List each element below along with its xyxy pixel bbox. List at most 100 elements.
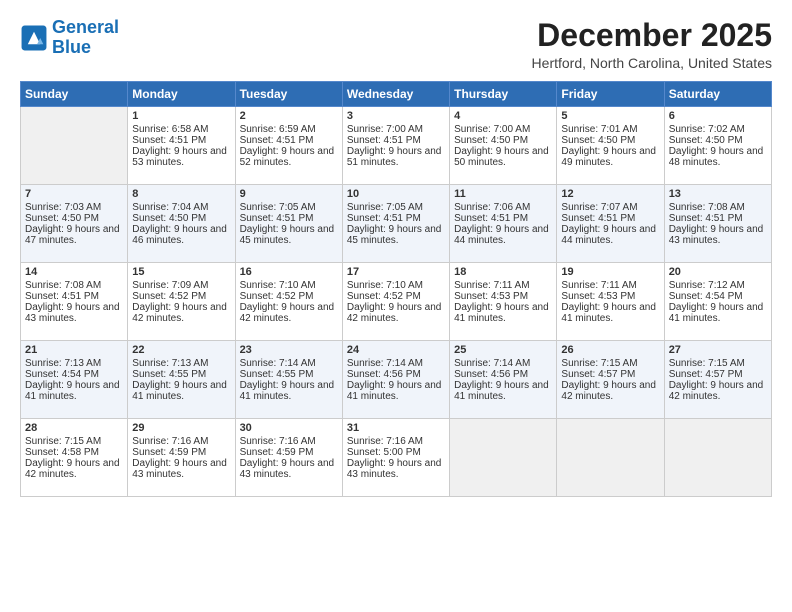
daylight: Daylight: 9 hours and 43 minutes. xyxy=(132,458,227,480)
day-number: 26 xyxy=(561,344,659,356)
sunset: Sunset: 4:54 PM xyxy=(669,291,743,302)
day-number: 20 xyxy=(669,266,767,278)
day-cell: 3 Sunrise: 7:00 AM Sunset: 4:51 PM Dayli… xyxy=(342,107,449,185)
logo-icon xyxy=(20,24,48,52)
day-number: 16 xyxy=(240,266,338,278)
header-cell-sunday: Sunday xyxy=(21,82,128,107)
sunrise: Sunrise: 7:11 AM xyxy=(561,280,636,291)
sunrise: Sunrise: 7:11 AM xyxy=(454,280,529,291)
day-cell: 12 Sunrise: 7:07 AM Sunset: 4:51 PM Dayl… xyxy=(557,185,664,263)
daylight: Daylight: 9 hours and 41 minutes. xyxy=(454,302,549,324)
logo-general: General xyxy=(52,17,119,37)
daylight: Daylight: 9 hours and 41 minutes. xyxy=(240,380,335,402)
daylight: Daylight: 9 hours and 43 minutes. xyxy=(25,302,120,324)
sunset: Sunset: 4:55 PM xyxy=(240,369,314,380)
page: General Blue December 2025 Hertford, Nor… xyxy=(0,0,792,612)
sunset: Sunset: 4:57 PM xyxy=(669,369,743,380)
day-cell: 21 Sunrise: 7:13 AM Sunset: 4:54 PM Dayl… xyxy=(21,341,128,419)
header-cell-wednesday: Wednesday xyxy=(342,82,449,107)
sunset: Sunset: 4:53 PM xyxy=(561,291,635,302)
header-cell-saturday: Saturday xyxy=(664,82,771,107)
daylight: Daylight: 9 hours and 44 minutes. xyxy=(561,224,656,246)
day-cell: 24 Sunrise: 7:14 AM Sunset: 4:56 PM Dayl… xyxy=(342,341,449,419)
day-cell: 30 Sunrise: 7:16 AM Sunset: 4:59 PM Dayl… xyxy=(235,419,342,497)
day-cell: 9 Sunrise: 7:05 AM Sunset: 4:51 PM Dayli… xyxy=(235,185,342,263)
day-number: 31 xyxy=(347,422,445,434)
header: General Blue December 2025 Hertford, Nor… xyxy=(20,18,772,71)
day-cell: 29 Sunrise: 7:16 AM Sunset: 4:59 PM Dayl… xyxy=(128,419,235,497)
calendar-table: SundayMondayTuesdayWednesdayThursdayFrid… xyxy=(20,81,772,497)
sunset: Sunset: 4:51 PM xyxy=(25,291,99,302)
header-cell-thursday: Thursday xyxy=(450,82,557,107)
daylight: Daylight: 9 hours and 42 minutes. xyxy=(132,302,227,324)
sunset: Sunset: 4:50 PM xyxy=(454,135,528,146)
sunrise: Sunrise: 7:07 AM xyxy=(561,202,637,213)
daylight: Daylight: 9 hours and 42 minutes. xyxy=(25,458,120,480)
title-block: December 2025 Hertford, North Carolina, … xyxy=(532,18,772,71)
daylight: Daylight: 9 hours and 42 minutes. xyxy=(240,302,335,324)
day-cell: 5 Sunrise: 7:01 AM Sunset: 4:50 PM Dayli… xyxy=(557,107,664,185)
day-number: 11 xyxy=(454,188,552,200)
sunset: Sunset: 4:53 PM xyxy=(454,291,528,302)
location: Hertford, North Carolina, United States xyxy=(532,55,772,71)
day-cell: 26 Sunrise: 7:15 AM Sunset: 4:57 PM Dayl… xyxy=(557,341,664,419)
day-number: 6 xyxy=(669,110,767,122)
week-row-2: 7 Sunrise: 7:03 AM Sunset: 4:50 PM Dayli… xyxy=(21,185,772,263)
day-number: 21 xyxy=(25,344,123,356)
sunset: Sunset: 4:57 PM xyxy=(561,369,635,380)
day-number: 30 xyxy=(240,422,338,434)
daylight: Daylight: 9 hours and 41 minutes. xyxy=(561,302,656,324)
sunset: Sunset: 4:51 PM xyxy=(240,213,314,224)
day-number: 7 xyxy=(25,188,123,200)
sunrise: Sunrise: 7:14 AM xyxy=(347,358,423,369)
sunrise: Sunrise: 7:08 AM xyxy=(25,280,101,291)
sunrise: Sunrise: 7:16 AM xyxy=(347,436,423,447)
daylight: Daylight: 9 hours and 41 minutes. xyxy=(25,380,120,402)
sunrise: Sunrise: 7:09 AM xyxy=(132,280,208,291)
day-cell: 17 Sunrise: 7:10 AM Sunset: 4:52 PM Dayl… xyxy=(342,263,449,341)
sunset: Sunset: 4:56 PM xyxy=(454,369,528,380)
header-cell-monday: Monday xyxy=(128,82,235,107)
sunrise: Sunrise: 7:05 AM xyxy=(240,202,316,213)
daylight: Daylight: 9 hours and 43 minutes. xyxy=(669,224,764,246)
day-cell: 7 Sunrise: 7:03 AM Sunset: 4:50 PM Dayli… xyxy=(21,185,128,263)
sunset: Sunset: 4:51 PM xyxy=(669,213,743,224)
day-cell: 20 Sunrise: 7:12 AM Sunset: 4:54 PM Dayl… xyxy=(664,263,771,341)
day-cell: 4 Sunrise: 7:00 AM Sunset: 4:50 PM Dayli… xyxy=(450,107,557,185)
daylight: Daylight: 9 hours and 44 minutes. xyxy=(454,224,549,246)
daylight: Daylight: 9 hours and 43 minutes. xyxy=(240,458,335,480)
sunrise: Sunrise: 7:01 AM xyxy=(561,124,637,135)
day-cell: 1 Sunrise: 6:58 AM Sunset: 4:51 PM Dayli… xyxy=(128,107,235,185)
sunrise: Sunrise: 7:04 AM xyxy=(132,202,208,213)
day-number: 8 xyxy=(132,188,230,200)
day-number: 18 xyxy=(454,266,552,278)
sunrise: Sunrise: 7:08 AM xyxy=(669,202,745,213)
day-number: 14 xyxy=(25,266,123,278)
sunrise: Sunrise: 7:15 AM xyxy=(669,358,745,369)
sunset: Sunset: 4:52 PM xyxy=(132,291,206,302)
day-number: 3 xyxy=(347,110,445,122)
day-number: 19 xyxy=(561,266,659,278)
daylight: Daylight: 9 hours and 41 minutes. xyxy=(132,380,227,402)
sunrise: Sunrise: 7:10 AM xyxy=(240,280,316,291)
header-cell-tuesday: Tuesday xyxy=(235,82,342,107)
sunset: Sunset: 4:51 PM xyxy=(561,213,635,224)
sunset: Sunset: 4:52 PM xyxy=(347,291,421,302)
day-cell xyxy=(664,419,771,497)
sunrise: Sunrise: 7:00 AM xyxy=(347,124,423,135)
day-number: 2 xyxy=(240,110,338,122)
day-number: 25 xyxy=(454,344,552,356)
sunrise: Sunrise: 7:05 AM xyxy=(347,202,423,213)
daylight: Daylight: 9 hours and 51 minutes. xyxy=(347,146,442,168)
daylight: Daylight: 9 hours and 50 minutes. xyxy=(454,146,549,168)
day-cell: 16 Sunrise: 7:10 AM Sunset: 4:52 PM Dayl… xyxy=(235,263,342,341)
sunset: Sunset: 4:51 PM xyxy=(454,213,528,224)
day-number: 29 xyxy=(132,422,230,434)
daylight: Daylight: 9 hours and 52 minutes. xyxy=(240,146,335,168)
sunset: Sunset: 4:50 PM xyxy=(132,213,206,224)
sunrise: Sunrise: 7:16 AM xyxy=(132,436,208,447)
daylight: Daylight: 9 hours and 49 minutes. xyxy=(561,146,656,168)
sunset: Sunset: 4:50 PM xyxy=(561,135,635,146)
day-cell: 28 Sunrise: 7:15 AM Sunset: 4:58 PM Dayl… xyxy=(21,419,128,497)
day-cell xyxy=(21,107,128,185)
